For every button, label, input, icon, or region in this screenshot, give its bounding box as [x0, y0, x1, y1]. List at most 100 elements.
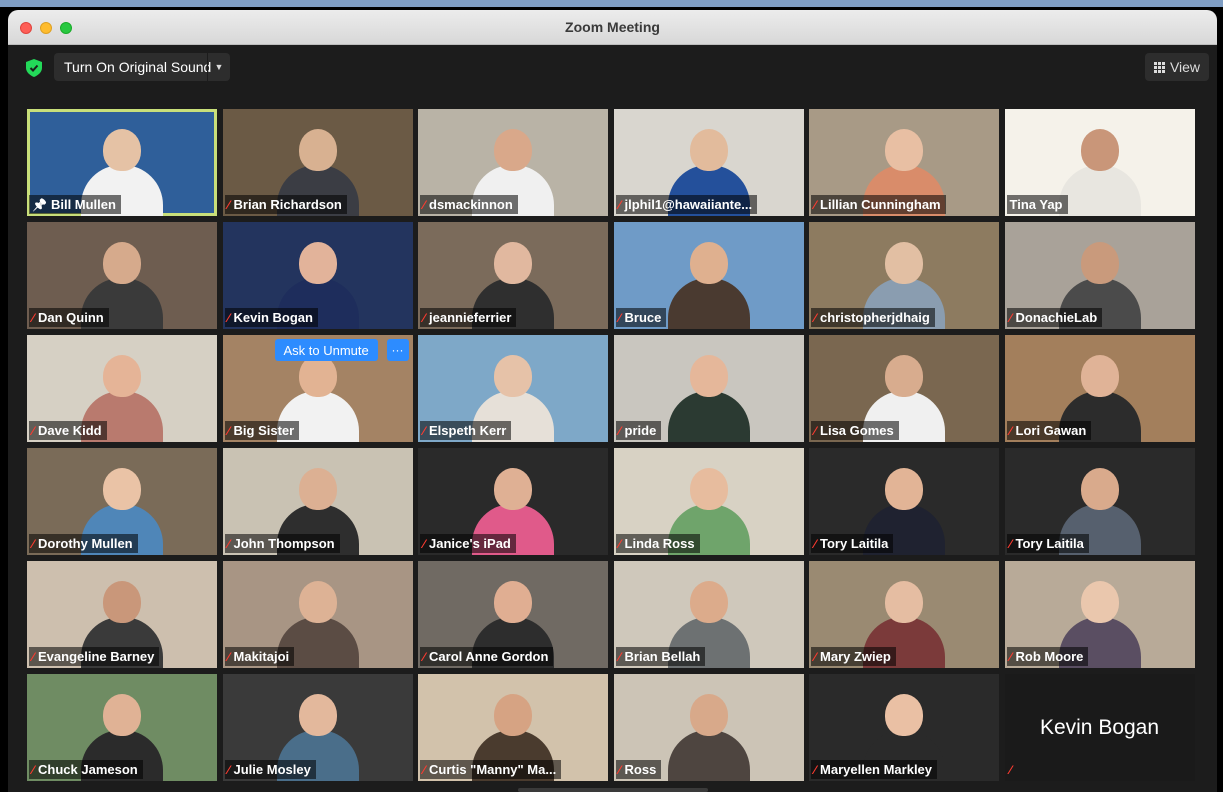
mic-off-icon: ⁄	[423, 649, 426, 664]
participant-tile[interactable]: ⁄ Chuck Jameson	[27, 674, 217, 781]
participant-video-face	[1080, 355, 1119, 397]
participant-name: Carol Anne Gordon	[429, 649, 549, 664]
mic-off-icon: ⁄	[618, 310, 621, 325]
participant-tile[interactable]: ⁄ Tory Laitila	[809, 448, 999, 555]
participant-name: Chuck Jameson	[38, 762, 138, 777]
participant-video-face	[494, 581, 532, 623]
mic-off-icon: ⁄	[227, 649, 230, 664]
participant-tile[interactable]: ⁄ Janice's iPad	[418, 448, 608, 555]
mic-off-icon: ⁄	[814, 423, 817, 438]
participant-video-face	[298, 355, 337, 397]
participant-tile[interactable]: ⁄ jeannieferrier	[418, 222, 608, 329]
participant-video-face	[1080, 129, 1119, 171]
participant-name-label: ⁄	[1007, 760, 1021, 779]
participant-tile[interactable]: ⁄ Ross	[613, 674, 804, 781]
participant-tile[interactable]: ⁄ Makitajoi	[222, 561, 413, 668]
mic-off-icon: ⁄	[32, 762, 35, 777]
participant-tile[interactable]: ⁄ Lisa Gomes	[809, 335, 999, 442]
participant-name-label: ⁄ Tory Laitila	[811, 534, 894, 553]
participant-tile[interactable]: ⁄ Brian Bellah	[613, 561, 804, 668]
participant-name-label: ⁄ pride	[615, 421, 662, 440]
participant-tile[interactable]: ⁄ DonachieLab	[1004, 222, 1195, 329]
participant-tile[interactable]: ⁄ Evangeline Barney	[27, 561, 217, 668]
participant-name-label: ⁄ Bruce	[615, 308, 667, 327]
participant-tile[interactable]: ⁄ Tory Laitila	[1004, 448, 1195, 555]
participant-name: Big Sister	[233, 423, 295, 438]
participant-video-face	[1080, 468, 1119, 510]
participant-video-face	[298, 581, 337, 623]
participant-tile[interactable]: ⁄ pride	[613, 335, 804, 442]
participant-tile[interactable]: ⁄ Dorothy Mullen	[27, 448, 217, 555]
participant-name-label: ⁄ jeannieferrier	[420, 308, 517, 327]
participant-tile[interactable]: ⁄ Bruce	[613, 222, 804, 329]
mic-off-icon: ⁄	[32, 649, 35, 664]
participant-name: Lillian Cunningham	[820, 197, 941, 212]
participant-tile[interactable]: ⁄ Dave Kidd	[27, 335, 217, 442]
participant-tile[interactable]: 📌 Bill Mullen	[27, 109, 217, 216]
participant-name: DonachieLab	[1015, 310, 1098, 325]
participant-video-face	[689, 355, 728, 397]
participant-tile[interactable]: ⁄ Elspeth Kerr	[418, 335, 608, 442]
scrollbar[interactable]	[518, 788, 708, 792]
participant-name-label: ⁄ Dorothy Mullen	[29, 534, 138, 553]
participant-tile[interactable]: ⁄ jlphil1@hawaiiante...	[613, 109, 804, 216]
mic-off-icon: ⁄	[32, 423, 35, 438]
participant-name: Brian Bellah	[624, 649, 701, 664]
participant-tile[interactable]: ⁄ christopherjdhaig	[809, 222, 999, 329]
participant-tile[interactable]: ⁄ Mary Zwiep	[809, 561, 999, 668]
chevron-down-icon[interactable]: ▼	[207, 53, 230, 81]
participant-tile[interactable]: ⁄ Brian Richardson	[222, 109, 413, 216]
participant-tile[interactable]: ⁄ Linda Ross	[613, 448, 804, 555]
participant-video-face	[689, 468, 728, 510]
participant-video-face	[103, 581, 141, 623]
participant-tile[interactable]: ⁄ Big Sister Ask to Unmute ···	[222, 335, 413, 442]
participant-name-label: ⁄ jlphil1@hawaiiante...	[615, 195, 758, 214]
participant-tile[interactable]: ⁄ Maryellen Markley	[809, 674, 999, 781]
participant-name: Curtis "Manny" Ma...	[429, 762, 557, 777]
participant-name-label: ⁄ Tory Laitila	[1006, 534, 1089, 553]
desktop-strip	[0, 0, 1223, 7]
participant-name: jlphil1@hawaiiante...	[624, 197, 753, 212]
participant-name-label: ⁄ Lisa Gomes	[811, 421, 899, 440]
participant-tile[interactable]: Kevin Bogan ⁄	[1004, 674, 1195, 781]
mic-off-icon: ⁄	[423, 762, 426, 777]
participant-tile[interactable]: ⁄ Lillian Cunningham	[809, 109, 999, 216]
participant-tile[interactable]: Tina Yap	[1004, 109, 1195, 216]
participant-name-label: ⁄ Dan Quinn	[29, 308, 109, 327]
participant-tile[interactable]: ⁄ Lori Gawan	[1004, 335, 1195, 442]
participant-name-label: ⁄ Curtis "Manny" Ma...	[420, 760, 562, 779]
participant-name-label: ⁄ Kevin Bogan	[224, 308, 318, 327]
participant-video-face	[298, 242, 337, 284]
participant-name: Tory Laitila	[1015, 536, 1084, 551]
participant-name-label: 📌 Bill Mullen	[29, 195, 121, 214]
participant-tile[interactable]: ⁄ John Thompson	[222, 448, 413, 555]
window-titlebar: Zoom Meeting	[8, 10, 1217, 45]
participant-name: Lisa Gomes	[820, 423, 894, 438]
participant-tile[interactable]: ⁄ Dan Quinn	[27, 222, 217, 329]
view-button[interactable]: View	[1145, 53, 1209, 81]
participant-name-label: ⁄ Maryellen Markley	[811, 760, 938, 779]
mic-off-icon: ⁄	[618, 649, 621, 664]
participant-tile[interactable]: ⁄ dsmackinnon	[418, 109, 608, 216]
participant-tile[interactable]: ⁄ Curtis "Manny" Ma...	[418, 674, 608, 781]
mic-off-icon: ⁄	[227, 536, 230, 551]
participant-video-face	[494, 694, 532, 736]
original-sound-button[interactable]: Turn On Original Sound ▼	[54, 53, 230, 81]
mic-off-icon: ⁄	[814, 762, 817, 777]
ask-to-unmute-button[interactable]: Ask to Unmute	[274, 339, 378, 361]
participant-video-body	[667, 391, 750, 442]
participant-tile[interactable]: ⁄ Rob Moore	[1004, 561, 1195, 668]
participant-video-body	[667, 730, 750, 781]
participant-video-face	[494, 355, 532, 397]
participant-video-face	[298, 468, 337, 510]
participant-tile[interactable]: ⁄ Kevin Bogan	[222, 222, 413, 329]
shield-icon[interactable]	[26, 59, 42, 77]
participant-tile[interactable]: ⁄ Julie Mosley	[222, 674, 413, 781]
participant-video-face	[103, 129, 141, 171]
participant-name: Mary Zwiep	[820, 649, 891, 664]
participant-name: Elspeth Kerr	[429, 423, 507, 438]
more-options-button[interactable]: ···	[386, 339, 409, 361]
participant-tile[interactable]: ⁄ Carol Anne Gordon	[418, 561, 608, 668]
participant-name-label: ⁄ Julie Mosley	[224, 760, 316, 779]
mic-off-icon: ⁄	[814, 536, 817, 551]
